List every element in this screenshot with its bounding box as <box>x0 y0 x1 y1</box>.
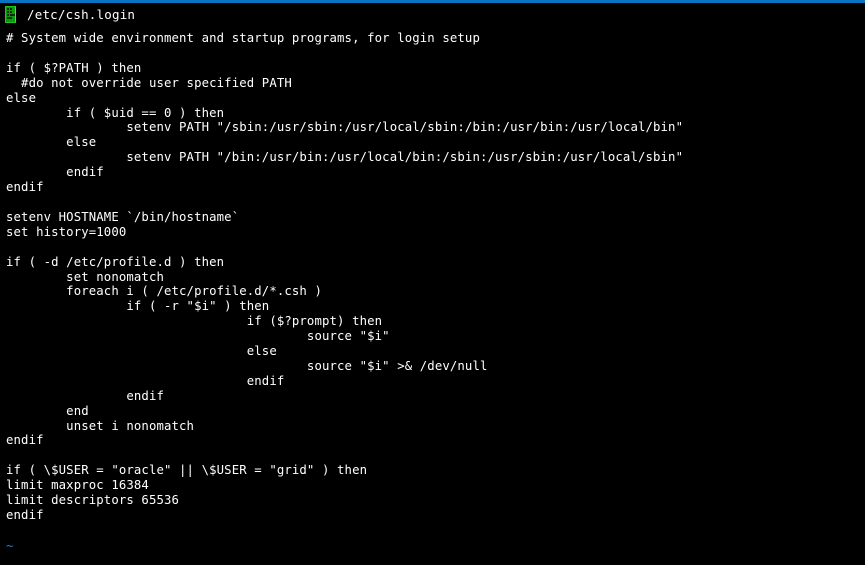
code-line: #do not override user specified PATH <box>6 75 292 90</box>
code-line: unset i nonomatch <box>6 418 195 433</box>
code-line: setenv HOSTNAME `/bin/hostname` <box>6 209 240 224</box>
code-line: if ( \$USER = "oracle" || \$USER = "grid… <box>6 463 368 478</box>
code-line: if ( $?PATH ) then <box>6 60 142 75</box>
terminal-window: /etc/csh.login # System wide environment… <box>0 0 865 565</box>
code-line: endif <box>6 165 104 180</box>
code-line: limit descriptors 65536 <box>6 493 180 508</box>
code-line: limit maxproc 16384 <box>6 478 149 493</box>
code-line: else <box>6 90 37 105</box>
tilde-marker: ~ <box>6 557 13 565</box>
code-line: endif <box>6 433 44 448</box>
code-line: set history=1000 <box>6 224 127 239</box>
title-bar: /etc/csh.login <box>0 3 865 26</box>
code-line: if ( -r "$i" ) then <box>6 299 270 314</box>
code-line: set nonomatch <box>6 269 164 284</box>
code-line: # System wide environment and startup pr… <box>6 31 480 45</box>
code-line: end <box>6 403 89 418</box>
empty-line-markers: ~~ <box>6 536 13 565</box>
file-content[interactable]: # System wide environment and startup pr… <box>6 31 865 523</box>
code-line: source "$i" >& /dev/null <box>6 358 488 373</box>
code-line: else <box>6 135 97 150</box>
terminal-content[interactable]: # System wide environment and startup pr… <box>0 26 865 565</box>
code-line: if ( $uid == 0 ) then <box>6 105 225 120</box>
code-line: else <box>6 344 277 359</box>
code-line: endif <box>6 373 285 388</box>
code-line: if ( -d /etc/profile.d ) then <box>6 254 225 269</box>
code-line: if ($?prompt) then <box>6 314 383 329</box>
code-line: foreach i ( /etc/profile.d/*.csh ) <box>6 284 322 299</box>
code-line: endif <box>6 388 164 403</box>
code-line: endif <box>6 180 44 195</box>
terminal-icon <box>3 5 20 24</box>
window-title: /etc/csh.login <box>27 6 136 22</box>
code-line: endif <box>6 508 44 522</box>
tilde-marker: ~ <box>6 539 14 553</box>
code-line: setenv PATH "/bin:/usr/bin:/usr/local/bi… <box>6 150 684 165</box>
code-line: setenv PATH "/sbin:/usr/sbin:/usr/local/… <box>6 120 684 135</box>
code-line: source "$i" <box>6 329 390 344</box>
